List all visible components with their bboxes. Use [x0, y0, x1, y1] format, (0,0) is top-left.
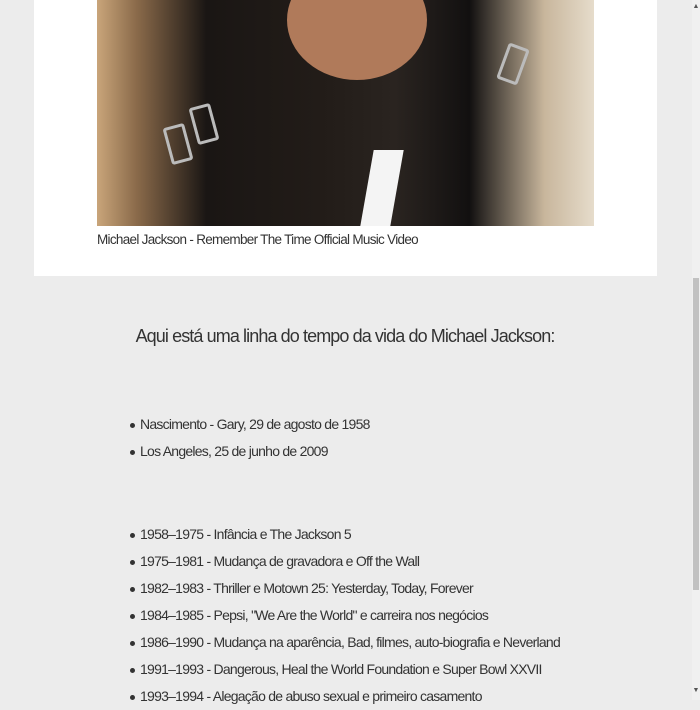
scrollbar[interactable]: ▲ ▼	[692, 0, 700, 700]
list-item: Nascimento - Gary, 29 de agosto de 1958	[130, 411, 370, 438]
video-thumbnail[interactable]	[97, 0, 594, 226]
list-item: 1986–1990 - Mudança na aparência, Bad, f…	[130, 629, 561, 656]
list-item: 1991–1993 - Dangerous, Heal the World Fo…	[130, 656, 560, 683]
scroll-down-icon[interactable]: ▼	[692, 687, 700, 697]
video-card: Michael Jackson - Remember The Time Offi…	[34, 0, 657, 276]
scroll-up-icon[interactable]: ▲	[692, 3, 700, 13]
life-list: Nascimento - Gary, 29 de agosto de 1958 …	[130, 411, 370, 465]
face-image	[287, 0, 427, 80]
list-item: Los Angeles, 25 de junho de 2009	[130, 438, 370, 465]
video-caption: Michael Jackson - Remember The Time Offi…	[97, 232, 419, 247]
scrollbar-thumb[interactable]	[693, 278, 699, 590]
periods-list: 1958–1975 - Infância e The Jackson 5 197…	[130, 521, 561, 710]
list-item: 1993–1994 - Alegação de abuso sexual e p…	[130, 683, 560, 710]
list-item: 1982–1983 - Thriller e Motown 25: Yester…	[130, 575, 560, 602]
list-item: 1984–1985 - Pepsi, "We Are the World" e …	[130, 602, 560, 629]
buckle-image	[188, 102, 220, 146]
list-item: 1958–1975 - Infância e The Jackson 5	[130, 521, 560, 548]
shirt-image	[360, 150, 404, 226]
buckle-image	[496, 42, 530, 86]
list-item: 1975–1981 - Mudança de gravadora e Off t…	[130, 548, 560, 575]
buckle-image	[162, 122, 194, 166]
timeline-heading: Aqui está uma linha do tempo da vida do …	[135, 326, 556, 346]
